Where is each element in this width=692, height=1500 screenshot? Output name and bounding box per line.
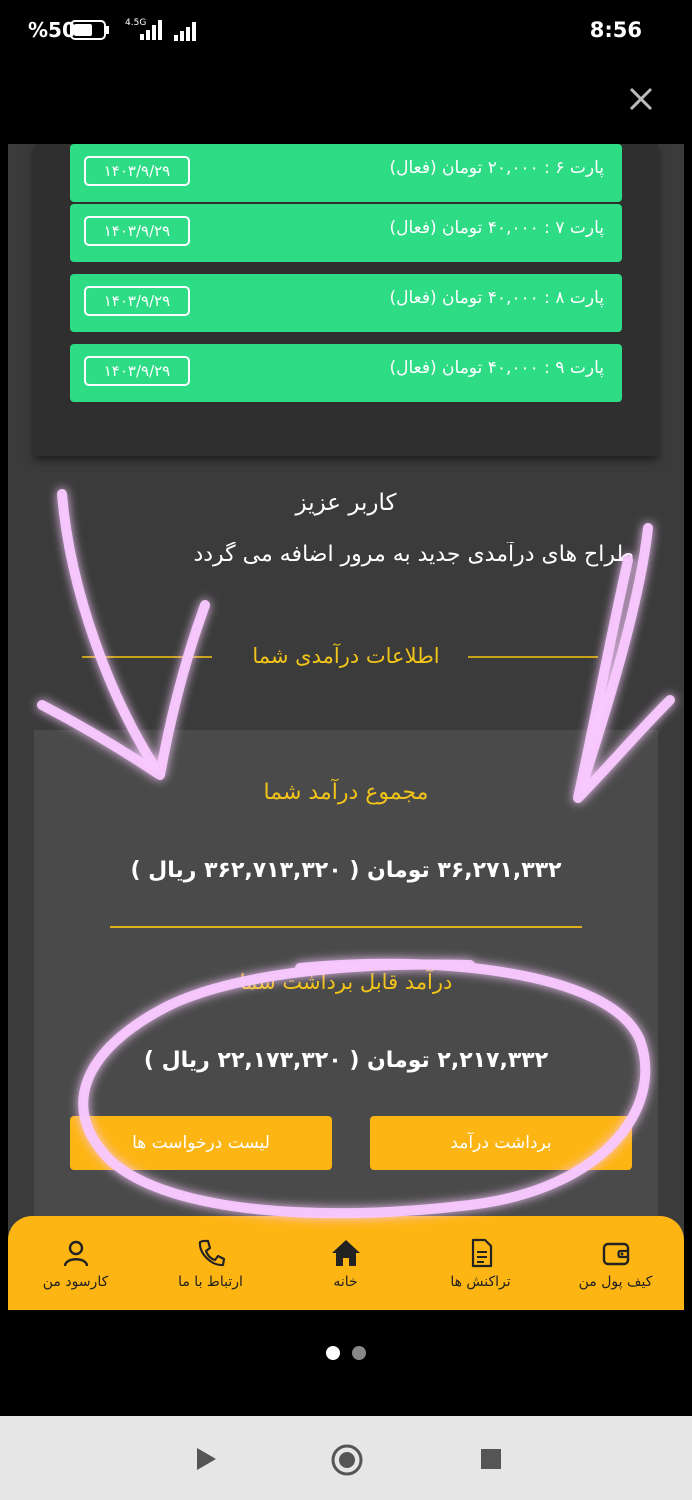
date-badge: ۱۴۰۳/۹/۲۹ xyxy=(84,356,190,386)
nav-label: کیف پول من xyxy=(578,1274,653,1290)
divider xyxy=(110,926,582,928)
part-row: پارت ۷ : ۴۰,۰۰۰ تومان (فعال) ۱۴۰۳/۹/۲۹ xyxy=(70,204,622,262)
part-label: پارت ۸ : ۴۰,۰۰۰ تومان (فعال) xyxy=(389,288,605,308)
part-row: پارت ۶ : ۲۰,۰۰۰ تومان (فعال) ۱۴۰۳/۹/۲۹ xyxy=(70,144,622,202)
clock: 8:56 xyxy=(589,18,642,42)
total-income-label: مجموع درآمد شما xyxy=(263,780,429,805)
income-card: مجموع درآمد شما ۳۶,۲۷۱,۳۳۲ تومان ( ۳۶۲,۷… xyxy=(34,730,658,1250)
document-icon xyxy=(471,1238,493,1268)
signal-icon-2 xyxy=(174,22,196,41)
nav-label: خانه xyxy=(333,1274,358,1290)
part-label: پارت ۷ : ۴۰,۰۰۰ تومان (فعال) xyxy=(389,218,605,238)
signal-icon: 4.5G xyxy=(125,18,162,40)
app-screen: پارت ۶ : ۲۰,۰۰۰ تومان (فعال) ۱۴۰۳/۹/۲۹ پ… xyxy=(8,144,684,1310)
withdrawable-income-value: ۲,۲۱۷,۳۳۲ تومان ( ۲۲,۱۷۳,۳۲۰ ریال ) xyxy=(143,1048,549,1073)
request-list-button[interactable]: لیست درخواست ها xyxy=(70,1116,332,1170)
bottom-nav: کارسود من ارتباط با ما خانه تراکنش ها کی… xyxy=(8,1216,684,1310)
date-badge: ۱۴۰۳/۹/۲۹ xyxy=(84,156,190,186)
part-row: پارت ۸ : ۴۰,۰۰۰ تومان (فعال) ۱۴۰۳/۹/۲۹ xyxy=(70,274,622,332)
date-badge: ۱۴۰۳/۹/۲۹ xyxy=(84,286,190,316)
withdrawable-income-label: درآمد قابل برداشت شما xyxy=(239,970,453,994)
nav-item-contact[interactable]: ارتباط با ما xyxy=(143,1216,278,1310)
home-icon xyxy=(332,1240,360,1266)
status-bar: %50 4.5G 8:56 xyxy=(0,0,692,62)
user-icon xyxy=(63,1240,89,1267)
wallet-icon xyxy=(602,1242,630,1266)
page-dot[interactable] xyxy=(352,1346,366,1360)
nav-item-transactions[interactable]: تراکنش ها xyxy=(413,1216,548,1310)
battery-percent: %50 xyxy=(28,18,76,42)
nav-item-profile[interactable]: کارسود من xyxy=(8,1216,143,1310)
nav-label: ارتباط با ما xyxy=(178,1274,243,1290)
phone-icon xyxy=(198,1239,226,1267)
recents-icon[interactable] xyxy=(480,1448,502,1470)
back-icon[interactable] xyxy=(194,1446,218,1472)
page-dot-active xyxy=(326,1346,340,1360)
part-row: پارت ۹ : ۴۰,۰۰۰ تومان (فعال) ۱۴۰۳/۹/۲۹ xyxy=(70,344,622,402)
nav-item-wallet[interactable]: کیف پول من xyxy=(548,1216,683,1310)
network-type: 4.5G xyxy=(125,18,146,28)
close-icon[interactable] xyxy=(626,84,656,114)
home-button-icon[interactable] xyxy=(330,1443,364,1477)
part-label: پارت ۹ : ۴۰,۰۰۰ تومان (فعال) xyxy=(389,358,605,378)
notice-text: طراح های درآمدی جدید به مرور اضافه می گر… xyxy=(193,542,634,567)
system-nav-bar xyxy=(0,1416,692,1500)
page-indicator xyxy=(326,1346,370,1362)
withdraw-button[interactable]: برداشت درآمد xyxy=(370,1116,632,1170)
part-label: پارت ۶ : ۲۰,۰۰۰ تومان (فعال) xyxy=(389,158,605,178)
nav-label: تراکنش ها xyxy=(450,1274,511,1290)
battery-icon xyxy=(70,20,109,40)
divider xyxy=(468,656,598,658)
nav-label: کارسود من xyxy=(42,1274,109,1290)
notice-title: کاربر عزیز xyxy=(295,490,397,516)
parts-card: پارت ۶ : ۲۰,۰۰۰ تومان (فعال) ۱۴۰۳/۹/۲۹ پ… xyxy=(34,144,658,456)
date-badge: ۱۴۰۳/۹/۲۹ xyxy=(84,216,190,246)
total-income-value: ۳۶,۲۷۱,۳۳۲ تومان ( ۳۶۲,۷۱۳,۳۲۰ ریال ) xyxy=(130,858,562,883)
nav-item-home[interactable]: خانه xyxy=(278,1216,413,1310)
